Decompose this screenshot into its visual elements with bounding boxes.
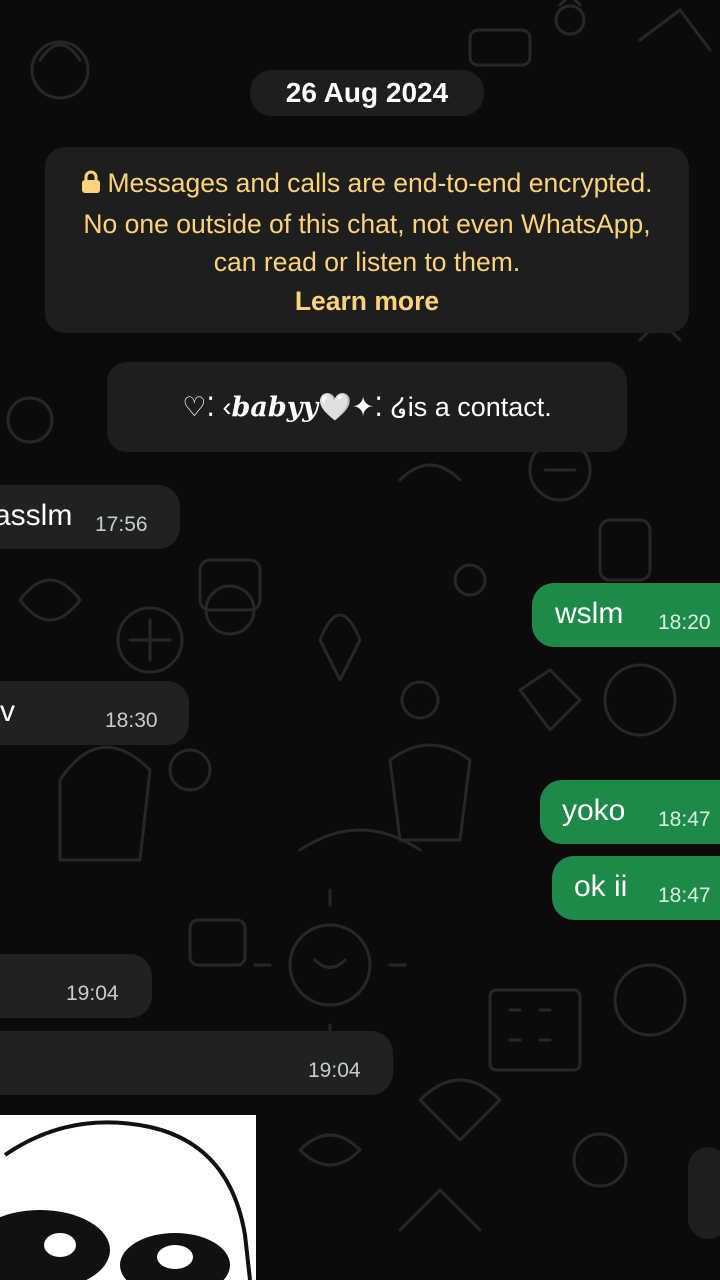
message-bubble-incoming[interactable]: 19:04	[0, 1031, 393, 1095]
contact-name: babyy	[231, 391, 319, 423]
message-text: wslm	[555, 597, 624, 630]
message-bubble-incoming[interactable]: asslm 17:56	[0, 485, 180, 549]
contact-notice[interactable]: ♡⁚ ‹ babyy 🤍✦⁚ ໒ is a contact.	[107, 362, 627, 452]
message-time: 18:20	[658, 611, 711, 634]
sticker-drawing	[0, 1120, 252, 1280]
message-bubble-incoming[interactable]: v 18:30	[0, 681, 189, 745]
sticker-image[interactable]	[0, 1115, 256, 1280]
date-separator: 26 Aug 2024	[250, 70, 484, 116]
lock-icon	[81, 166, 101, 205]
encryption-notice[interactable]: Messages and calls are end-to-end encryp…	[45, 147, 689, 333]
learn-more-link[interactable]: Learn more	[65, 282, 669, 321]
message-text: ok ii	[574, 870, 628, 903]
message-time: 17:56	[95, 513, 148, 536]
message-time: 18:30	[105, 709, 158, 732]
message-time: 18:47	[658, 884, 711, 907]
contact-name-suffix: 🤍✦⁚ ໒	[318, 392, 408, 422]
message-text: v	[0, 695, 15, 728]
message-text: yoko	[562, 794, 626, 827]
message-bubble-incoming[interactable]: 19:04	[0, 954, 152, 1018]
contact-name-prefix: ♡⁚ ‹	[182, 391, 232, 422]
encryption-text: Messages and calls are end-to-end encryp…	[83, 168, 653, 277]
message-bubble-outgoing[interactable]: wslm 18:20	[532, 583, 720, 647]
contact-notice-text: is a contact.	[407, 391, 552, 422]
message-bubble-partial[interactable]	[688, 1147, 720, 1239]
message-text: asslm	[0, 499, 73, 532]
message-time: 19:04	[308, 1059, 361, 1082]
message-bubble-outgoing[interactable]: yoko 18:47	[540, 780, 720, 844]
message-time: 18:47	[658, 808, 711, 831]
message-time: 19:04	[66, 982, 119, 1005]
message-bubble-outgoing[interactable]: ok ii 18:47	[552, 856, 720, 920]
